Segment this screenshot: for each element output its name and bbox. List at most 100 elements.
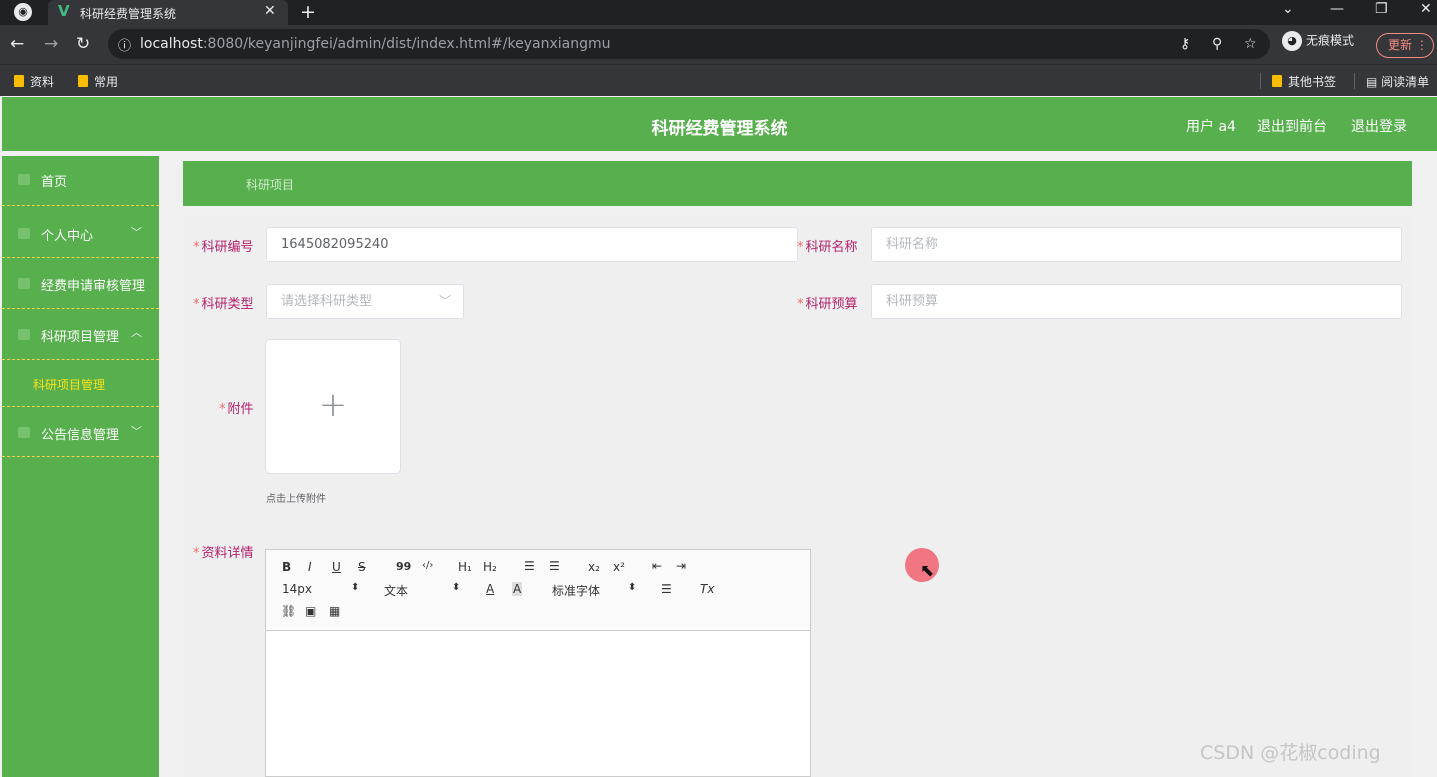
chevron-up-icon: ︿ bbox=[131, 326, 142, 339]
type-select[interactable]: 请选择科研类型 ﹀ bbox=[266, 284, 464, 319]
name-label: * 科研名称 bbox=[797, 240, 858, 255]
code-label: * 科研编号 bbox=[193, 240, 254, 255]
strike-button[interactable]: S bbox=[358, 560, 366, 574]
browser-tab-bar: ◉ V 科研经费管理系统 ✕ + ⌄ — ❐ ✕ bbox=[0, 0, 1437, 25]
budget-label: * 科研预算 bbox=[797, 297, 858, 312]
editor-toolbar: B I U S 99 ‹/› H₁ H₂ ☰ ☰ x₂ x² ⇤ ⇥ 14px … bbox=[266, 550, 810, 631]
browser-toolbar: ← → ↻ ⓘ localhost:8080/keyanjingfei/admi… bbox=[0, 25, 1437, 64]
sidebar-item-label: 公告信息管理 bbox=[41, 428, 120, 443]
tab-search-chevron-icon[interactable]: ⌄ bbox=[1282, 1, 1294, 17]
video-icon[interactable]: ▦ bbox=[329, 604, 340, 618]
underline-button[interactable]: U bbox=[332, 560, 341, 574]
sidebar-item-label: 个人中心 bbox=[41, 229, 94, 244]
budget-input[interactable]: 科研预算 bbox=[871, 284, 1402, 319]
font-size-select[interactable]: 14px bbox=[282, 582, 312, 596]
restore-icon[interactable]: ❐ bbox=[1375, 1, 1388, 17]
close-tab-icon[interactable]: ✕ bbox=[264, 3, 276, 19]
link-icon[interactable]: ⛓ bbox=[281, 604, 296, 618]
rich-text-editor: B I U S 99 ‹/› H₁ H₂ ☰ ☰ x₂ x² ⇤ ⇥ 14px … bbox=[265, 549, 811, 777]
h2-button[interactable]: H₂ bbox=[483, 560, 497, 574]
attachment-uploader[interactable]: + bbox=[265, 339, 401, 474]
code-block-button[interactable]: ‹/› bbox=[422, 560, 433, 571]
app-header: 科研经费管理系统 用户 a4 退出到前台 退出登录 bbox=[2, 97, 1437, 151]
attachment-label: * 附件 bbox=[219, 402, 254, 417]
select-arrows-icon: ⬍ bbox=[628, 582, 637, 593]
sidebar-item-announcements[interactable]: 公告信息管理 ﹀ bbox=[2, 407, 159, 457]
reading-list[interactable]: ▤ 阅读清单 bbox=[1366, 73, 1429, 90]
indent-icon[interactable]: ⇥ bbox=[676, 559, 686, 573]
italic-button[interactable]: I bbox=[308, 560, 312, 574]
incognito-indicator[interactable]: ◕ 无痕模式 bbox=[1282, 31, 1354, 51]
sidebar-item-label: 科研项目管理 bbox=[41, 330, 120, 345]
browser-globe-icon[interactable]: ◉ bbox=[14, 3, 32, 21]
sidebar-item-funding-review[interactable]: 经费申请审核管理 bbox=[2, 258, 159, 309]
sidebar-item-label: 经费申请审核管理 bbox=[41, 279, 146, 294]
bookmark-divider bbox=[1354, 73, 1355, 89]
back-icon[interactable]: ← bbox=[10, 34, 24, 54]
editor-content[interactable] bbox=[266, 632, 810, 776]
sidebar-item-home[interactable]: 首页 bbox=[2, 156, 159, 206]
select-arrows-icon: ⬍ bbox=[452, 582, 461, 593]
update-button[interactable]: 更新 ⋮ bbox=[1376, 33, 1434, 58]
sidebar-item-personal-center[interactable]: 个人中心 ﹀ bbox=[2, 206, 159, 258]
reload-icon[interactable]: ↻ bbox=[76, 34, 90, 54]
upload-tip: 点击上传附件 bbox=[266, 494, 326, 505]
chevron-down-icon: ﹀ bbox=[438, 294, 451, 308]
browser-tab[interactable]: V 科研经费管理系统 ✕ bbox=[48, 0, 288, 25]
bookmark-folder-ziliao[interactable]: 资料 bbox=[14, 73, 54, 90]
bookmark-divider bbox=[1260, 73, 1261, 89]
watermark: CSDN @花椒coding bbox=[1200, 742, 1381, 764]
url-text[interactable]: localhost:8080/keyanjingfei/admin/dist/i… bbox=[140, 36, 610, 52]
bold-button[interactable]: B bbox=[282, 560, 291, 574]
subscript-button[interactable]: x₂ bbox=[588, 560, 600, 574]
font-family-select[interactable]: 标准字体 bbox=[552, 582, 600, 599]
plus-icon: + bbox=[318, 385, 348, 425]
notice-icon bbox=[18, 427, 30, 438]
tab-title: 科研经费管理系统 bbox=[80, 7, 177, 21]
breadcrumb: 科研项目 bbox=[183, 161, 1412, 206]
reading-list-icon: ▤ bbox=[1366, 75, 1382, 89]
bookmark-other[interactable]: 其他书签 bbox=[1272, 73, 1336, 90]
site-info-icon[interactable]: ⓘ bbox=[118, 35, 131, 54]
document-icon bbox=[18, 278, 30, 289]
select-arrows-icon: ⬍ bbox=[351, 582, 360, 593]
blockquote-button[interactable]: 99 bbox=[396, 560, 411, 573]
incognito-icon: ◕ bbox=[1282, 31, 1302, 51]
bookmark-folder-changyong[interactable]: 常用 bbox=[78, 73, 118, 90]
mouse-cursor-icon: ⬉ bbox=[920, 561, 935, 581]
chevron-down-icon: ﹀ bbox=[131, 226, 142, 239]
logout-link[interactable]: 退出登录 bbox=[1351, 116, 1407, 136]
breadcrumb-current[interactable]: 科研项目 bbox=[246, 176, 294, 193]
address-bar[interactable]: ⓘ localhost:8080/keyanjingfei/admin/dist… bbox=[108, 29, 1270, 59]
superscript-button[interactable]: x² bbox=[613, 560, 625, 574]
bullet-list-icon[interactable]: ☰ bbox=[549, 559, 560, 573]
chevron-down-icon: ﹀ bbox=[131, 425, 142, 438]
background-color-icon[interactable]: A bbox=[512, 582, 523, 596]
folder-icon bbox=[78, 75, 88, 87]
zoom-icon[interactable]: ⚲ bbox=[1212, 36, 1222, 52]
minimize-icon[interactable]: — bbox=[1330, 1, 1344, 17]
align-icon[interactable]: ☰ bbox=[661, 582, 672, 596]
sidebar-subitem-label: 科研项目管理 bbox=[33, 378, 106, 392]
bookmark-star-icon[interactable]: ☆ bbox=[1244, 36, 1257, 52]
sidebar: 首页 个人中心 ﹀ 经费申请审核管理 科研项目管理 ︿ 科研项目管理 公告信息管… bbox=[2, 156, 159, 777]
vue-favicon-icon: V bbox=[58, 2, 70, 20]
key-icon[interactable]: ⚷ bbox=[1180, 36, 1190, 52]
name-input[interactable]: 科研名称 bbox=[871, 227, 1402, 262]
h1-button[interactable]: H₁ bbox=[458, 560, 472, 574]
close-window-icon[interactable]: ✕ bbox=[1420, 1, 1432, 17]
back-to-front-link[interactable]: 退出到前台 bbox=[1257, 116, 1327, 136]
new-tab-icon[interactable]: + bbox=[300, 1, 316, 23]
sidebar-subitem-project-management[interactable]: 科研项目管理 bbox=[2, 360, 159, 407]
outdent-icon[interactable]: ⇤ bbox=[652, 559, 662, 573]
clean-format-button[interactable]: Tx bbox=[700, 582, 714, 596]
header-select[interactable]: 文本 bbox=[384, 582, 408, 599]
ordered-list-icon[interactable]: ☰ bbox=[524, 559, 535, 573]
folder-icon bbox=[1272, 75, 1282, 87]
image-icon[interactable]: ▣ bbox=[305, 604, 316, 618]
font-color-icon[interactable]: A bbox=[486, 582, 494, 596]
bookmarks-bar: 资料 常用 其他书签 ▤ 阅读清单 bbox=[0, 64, 1437, 96]
forward-icon[interactable]: → bbox=[44, 34, 58, 54]
code-input[interactable]: 1645082095240 bbox=[266, 227, 798, 262]
sidebar-item-project-management[interactable]: 科研项目管理 ︿ bbox=[2, 309, 159, 360]
